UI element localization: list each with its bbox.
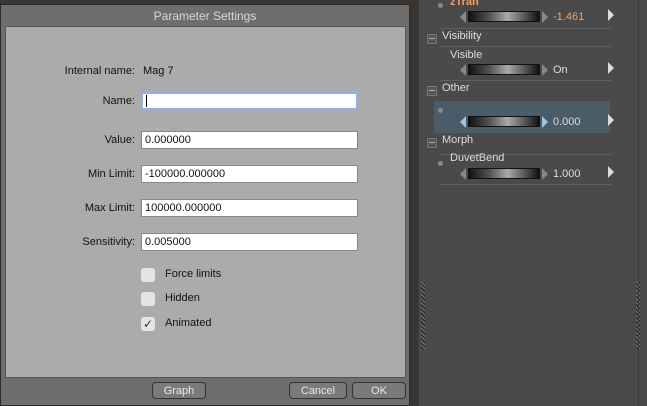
duvetbend-value[interactable]: 1.000 <box>553 168 581 180</box>
max-limit-label: Max Limit: <box>84 202 135 214</box>
panel-edge <box>638 0 639 406</box>
duvetbend-decrement-icon[interactable] <box>460 168 466 180</box>
other-value[interactable]: 0.000 <box>553 116 581 128</box>
min-limit-input[interactable]: -100000.000000 <box>141 165 358 183</box>
duvetbend-dial[interactable] <box>468 168 540 179</box>
force-limits-label: Force limits <box>165 268 222 280</box>
morph-collapse-button[interactable]: – <box>427 138 437 148</box>
ok-button[interactable]: OK <box>352 382 406 399</box>
morph-header[interactable]: Morph <box>442 134 473 146</box>
value-input[interactable]: 0.000000 <box>141 131 358 149</box>
cancel-button[interactable]: Cancel <box>289 382 347 399</box>
divider <box>440 28 612 29</box>
other-menu-arrow-icon[interactable] <box>608 114 614 126</box>
sensitivity-label: Sensitivity: <box>82 236 135 248</box>
other-decrement-icon[interactable] <box>460 116 466 128</box>
other-header[interactable]: Other <box>442 82 470 94</box>
animated-checkbox[interactable]: ✓ <box>141 317 155 331</box>
ztran-menu-arrow-icon[interactable] <box>608 9 614 21</box>
other-collapse-button[interactable]: – <box>427 86 437 96</box>
internal-name-value: Mag 7 <box>143 65 174 77</box>
min-limit-label: Min Limit: <box>87 168 135 180</box>
duvetbend-menu-arrow-icon[interactable] <box>608 166 614 178</box>
other-dial[interactable] <box>468 116 540 127</box>
ztran-value[interactable]: -1.461 <box>553 11 584 23</box>
divider <box>440 80 612 81</box>
visibility-collapse-button[interactable]: – <box>427 34 437 44</box>
internal-name-label: Internal name: <box>64 65 135 77</box>
other-increment-icon[interactable] <box>542 116 548 128</box>
hidden-label: Hidden <box>165 292 200 304</box>
ztran-label: zTran <box>450 0 479 8</box>
visible-increment-icon[interactable] <box>542 64 548 76</box>
text-cursor <box>146 95 147 107</box>
animated-label: Animated <box>165 317 212 329</box>
duvetbend-label: DuvetBend <box>450 152 505 164</box>
name-input[interactable] <box>141 92 358 110</box>
visibility-header[interactable]: Visibility <box>442 30 482 42</box>
dialog-title: Parameter Settings <box>153 9 257 23</box>
max-limit-input[interactable]: 100000.000000 <box>141 199 358 217</box>
divider <box>440 184 612 185</box>
ztran-decrement-icon[interactable] <box>460 11 466 23</box>
force-limits-checkbox[interactable] <box>141 268 155 282</box>
graph-button[interactable]: Graph <box>152 382 206 399</box>
visible-dial[interactable] <box>468 64 540 75</box>
sensitivity-input[interactable]: 0.005000 <box>141 233 358 251</box>
other-dot-icon <box>438 108 443 113</box>
ztran-dial[interactable] <box>468 11 540 22</box>
visible-label: Visible <box>450 49 483 61</box>
duvetbend-increment-icon[interactable] <box>542 168 548 180</box>
duvetbend-dot-icon <box>438 161 443 166</box>
visible-decrement-icon[interactable] <box>460 64 466 76</box>
ztran-dot-icon <box>438 3 443 8</box>
ztran-increment-icon[interactable] <box>542 11 548 23</box>
visible-menu-arrow-icon[interactable] <box>608 62 614 74</box>
value-label: Value: <box>104 134 135 146</box>
visible-value[interactable]: On <box>553 64 568 76</box>
name-label: Name: <box>102 95 135 107</box>
left-resize-grip[interactable] <box>421 282 425 350</box>
hidden-checkbox[interactable] <box>141 292 155 306</box>
divider <box>440 46 612 47</box>
